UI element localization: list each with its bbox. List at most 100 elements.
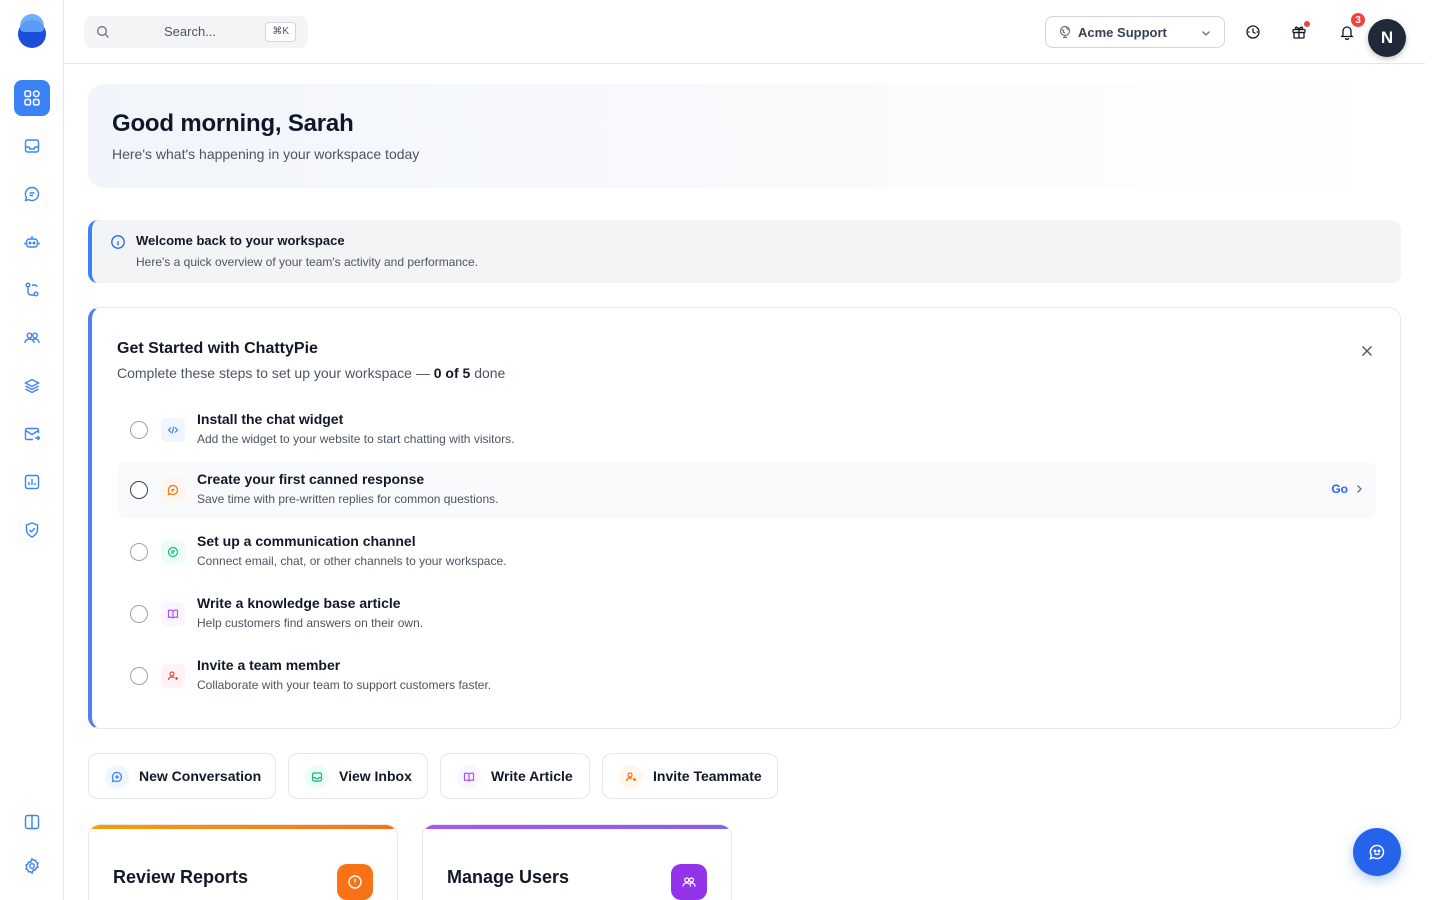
sidebar	[0, 0, 64, 900]
notification-count-badge: 3	[1350, 12, 1366, 28]
chart-icon	[24, 474, 40, 490]
step-title: Invite a team member	[197, 657, 341, 673]
go-label: Go	[1331, 482, 1348, 496]
nav-security[interactable]	[14, 512, 50, 548]
manage-users-card[interactable]: Manage Users	[422, 824, 732, 900]
sidebar-panel-icon	[24, 814, 40, 830]
progress-count: 0 of 5	[433, 365, 471, 381]
step-checkbox[interactable]	[130, 421, 148, 439]
step-knowledge-article[interactable]: Write a knowledge base article Help cust…	[117, 586, 1376, 642]
chat-bubble-icon	[24, 186, 40, 202]
workflow-icon	[25, 282, 39, 297]
invite-teammate-button[interactable]: Invite Teammate	[602, 753, 778, 799]
info-banner-title: Welcome back to your workspace	[136, 233, 345, 248]
grid-icon	[24, 90, 40, 106]
nav-conversations[interactable]	[14, 176, 50, 212]
step-title: Create your first canned response	[197, 471, 425, 487]
users-icon	[671, 864, 707, 900]
message-icon	[161, 478, 185, 502]
info-icon	[111, 235, 125, 249]
search-icon	[97, 26, 109, 38]
inbox-icon	[24, 139, 40, 153]
step-description: Connect email, chat, or other channels t…	[197, 554, 507, 568]
alert-circle-icon	[337, 864, 373, 900]
step-title: Install the chat widget	[197, 411, 344, 427]
new-conversation-icon	[105, 765, 129, 789]
write-article-button[interactable]: Write Article	[440, 753, 590, 799]
nav-knowledge-base[interactable]	[14, 368, 50, 404]
subtitle-prefix: Complete these steps to set up your work…	[117, 365, 430, 381]
step-checkbox[interactable]	[130, 605, 148, 623]
greeting-title: Good morning, Sarah	[112, 110, 354, 137]
view-inbox-button[interactable]: View Inbox	[288, 753, 428, 799]
activity-button[interactable]	[1241, 20, 1265, 44]
nav-reports[interactable]	[14, 464, 50, 500]
step-description: Add the widget to your website to start …	[197, 432, 515, 446]
nav-settings[interactable]	[14, 848, 50, 884]
getting-started-subtitle: Complete these steps to set up your work…	[117, 365, 505, 381]
review-reports-card[interactable]: Review Reports	[88, 824, 398, 900]
chat-launcher-button[interactable]	[1353, 828, 1401, 876]
search-bar[interactable]: Search... ⌘K	[84, 16, 308, 48]
card-title: Manage Users	[447, 867, 570, 887]
greeting-section: Good morning, Sarah Here's what's happen…	[88, 84, 1400, 188]
top-header: Search... ⌘K Acme Support 3 N	[64, 0, 1425, 64]
nav-dashboard[interactable]	[14, 80, 50, 116]
step-description: Collaborate with your team to support cu…	[197, 678, 492, 692]
chat-icon	[1369, 844, 1385, 860]
action-label: Invite Teammate	[653, 768, 762, 784]
welcome-info-banner: Welcome back to your workspace Here's a …	[88, 220, 1401, 283]
nav-team[interactable]	[14, 320, 50, 356]
new-conversation-button[interactable]: New Conversation	[88, 753, 276, 799]
step-invite-member[interactable]: Invite a team member Collaborate with yo…	[117, 648, 1376, 704]
subtitle-suffix: done	[474, 365, 506, 381]
chevron-right-icon	[1357, 485, 1362, 493]
gear-icon	[25, 857, 39, 875]
card-accent-bar	[89, 825, 397, 829]
nav-bots[interactable]	[14, 224, 50, 260]
step-title: Set up a communication channel	[197, 533, 416, 549]
user-plus-icon	[619, 765, 643, 789]
getting-started-card: Get Started with ChattyPie Complete thes…	[88, 307, 1401, 729]
chevron-down-icon	[1202, 31, 1210, 36]
compass-icon	[1246, 25, 1260, 39]
step-checkbox[interactable]	[130, 481, 148, 499]
step-description: Save time with pre-written replies for c…	[197, 492, 499, 506]
book-icon	[457, 765, 481, 789]
action-label: Write Article	[491, 768, 573, 784]
nav-toggle-panel[interactable]	[14, 804, 50, 840]
action-label: New Conversation	[139, 768, 262, 784]
search-placeholder: Search...	[164, 24, 217, 39]
gift-button[interactable]	[1287, 20, 1311, 44]
users-icon	[24, 332, 40, 344]
step-checkbox[interactable]	[130, 543, 148, 561]
book-icon	[161, 602, 185, 626]
channel-icon	[161, 540, 185, 564]
user-avatar[interactable]: N	[1368, 19, 1406, 57]
inbox-icon	[305, 765, 329, 789]
workspace-name: Acme Support	[1078, 25, 1167, 40]
getting-started-title: Get Started with ChattyPie	[117, 340, 318, 357]
layers-icon	[24, 378, 40, 394]
nav-workflows[interactable]	[14, 272, 50, 308]
nav-inbox[interactable]	[14, 128, 50, 164]
step-install-widget[interactable]: Install the chat widget Add the widget t…	[117, 402, 1376, 458]
search-shortcut: ⌘K	[265, 22, 296, 42]
shield-check-icon	[25, 522, 39, 538]
step-go-link[interactable]: Go	[1331, 482, 1364, 496]
info-banner-text: Here's a quick overview of your team's a…	[136, 255, 479, 269]
action-label: View Inbox	[339, 768, 412, 784]
step-communication-channel[interactable]: Set up a communication channel Connect e…	[117, 524, 1376, 580]
user-plus-icon	[161, 664, 185, 688]
code-icon	[161, 418, 185, 442]
close-icon[interactable]	[1360, 344, 1374, 358]
step-canned-response[interactable]: Create your first canned response Save t…	[117, 462, 1376, 518]
step-title: Write a knowledge base article	[197, 595, 401, 611]
app-logo[interactable]	[18, 14, 46, 48]
nav-campaigns[interactable]	[14, 416, 50, 452]
step-checkbox[interactable]	[130, 667, 148, 685]
workspace-selector[interactable]: Acme Support	[1045, 16, 1225, 48]
card-accent-bar	[423, 825, 731, 829]
mail-send-icon	[24, 427, 41, 441]
card-title: Review Reports	[113, 867, 249, 887]
